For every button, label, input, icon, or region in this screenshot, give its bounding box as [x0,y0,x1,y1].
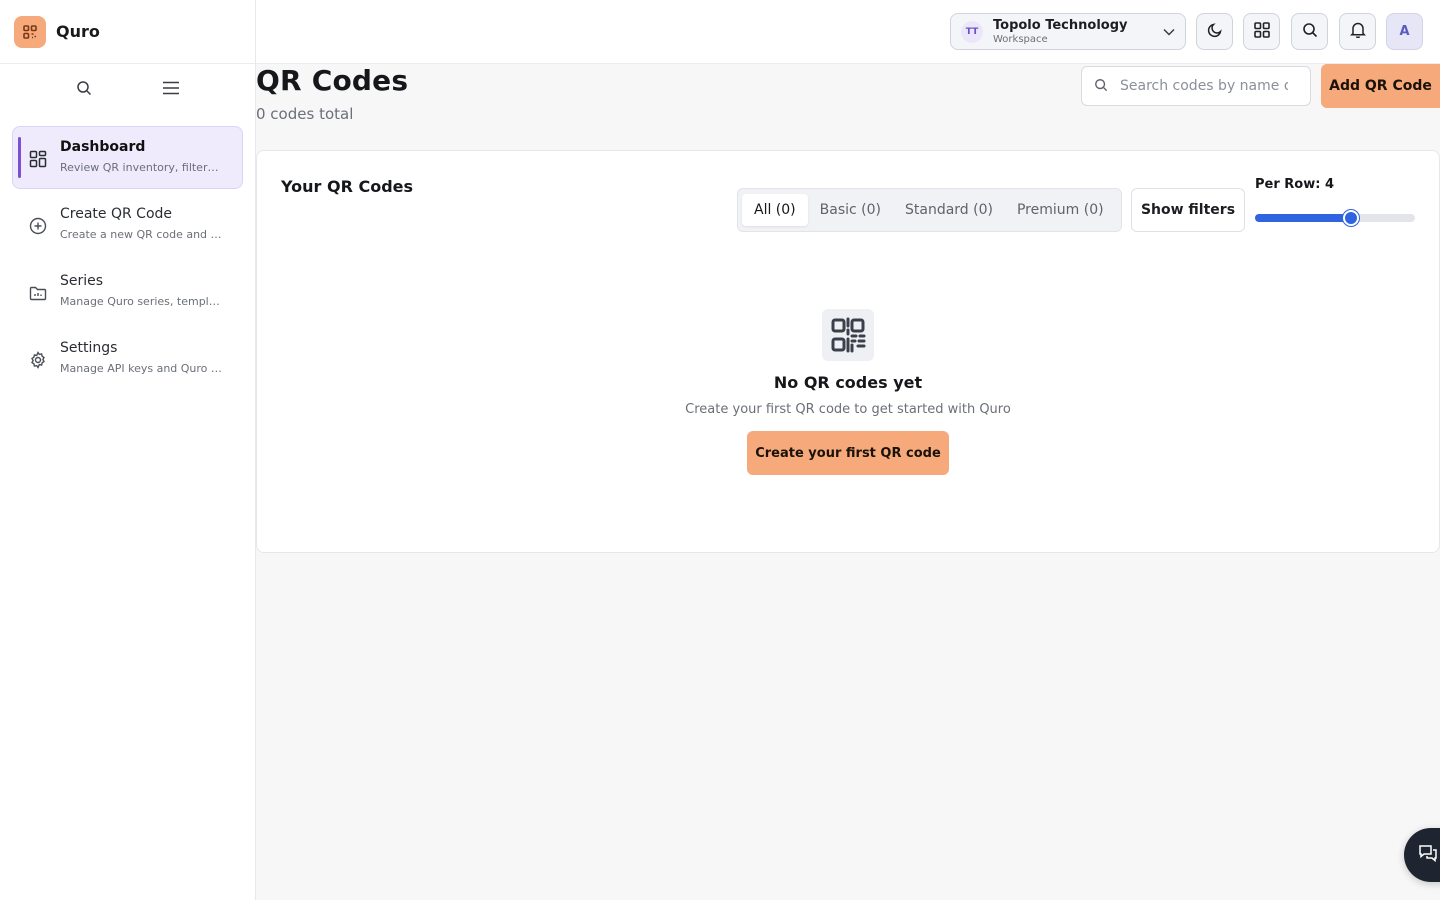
brand: Quro [0,0,255,64]
sidebar-item-title: Series [60,273,104,289]
slider-fill [1255,214,1351,222]
chevron-down-icon [1157,28,1181,36]
workspace-switcher[interactable]: TT Topolo Technology Workspace [950,13,1186,50]
apps-button[interactable] [1243,13,1280,50]
user-avatar[interactable]: A [1386,13,1423,50]
add-qr-code-button[interactable]: Add QR Code [1321,64,1440,108]
tier-tabs: All (0) Basic (0) Standard (0) Premium (… [737,188,1122,232]
create-first-qr-button[interactable]: Create your first QR code [747,431,949,475]
per-row-control: Per Row: 4 [1255,177,1417,226]
quro-logo-icon[interactable] [14,15,46,48]
workspace-avatar: TT [961,20,983,43]
tab-basic[interactable]: Basic (0) [808,194,893,226]
sidebar-item-subtitle: Manage API keys and Quro preferences [60,362,222,375]
sidebar-item-subtitle: Create a new QR code and configure it [60,228,222,241]
bell-icon [1349,21,1366,42]
chat-icon [1418,844,1438,866]
tab-premium[interactable]: Premium (0) [1005,194,1116,226]
per-row-slider[interactable] [1255,210,1415,226]
dashboard-icon [27,148,49,170]
moon-icon [1207,22,1223,42]
slider-thumb[interactable] [1343,210,1359,226]
sidebar: Quro Dashboard Review QR inventory, filt… [0,0,256,900]
tab-standard[interactable]: Standard (0) [893,194,1005,226]
sidebar-item-series[interactable]: Series Manage Quro series, templates and… [12,260,243,323]
global-search-button[interactable] [1291,13,1328,50]
search-icon [1094,77,1108,96]
empty-subtitle: Create your first QR code to get started… [685,402,1011,417]
sidebar-item-settings[interactable]: Settings Manage API keys and Quro prefer… [12,327,243,390]
folder-icon [27,282,49,304]
notifications-button[interactable] [1339,13,1376,50]
codes-search [1081,66,1311,106]
workspace-role: Workspace [993,33,1048,45]
plus-circle-icon [27,215,49,237]
gear-icon [27,349,49,371]
sidebar-search-icon[interactable] [72,76,96,100]
sidebar-item-title: Create QR Code [60,206,173,222]
tab-all[interactable]: All (0) [742,194,808,226]
card-title: Your QR Codes [281,177,414,196]
top-bar: TT Topolo Technology Workspace A [256,0,1440,64]
sidebar-nav: Dashboard Review QR inventory, filters, … [0,112,255,390]
empty-state: No QR codes yet Create your first QR cod… [257,309,1439,475]
sidebar-tools [0,64,255,112]
show-filters-button[interactable]: Show filters [1131,188,1245,232]
support-chat-button[interactable] [1404,828,1440,882]
empty-title: No QR codes yet [773,373,923,392]
search-icon [1302,22,1318,42]
grid-icon [1253,21,1271,43]
page-title: QR Codes [256,64,409,97]
sidebar-item-subtitle: Review QR inventory, filters, and stats [60,161,222,174]
sidebar-item-create-qr-code[interactable]: Create QR Code Create a new QR code and … [12,193,243,256]
brand-name: Quro [56,22,100,41]
qr-code-icon [822,309,874,361]
qr-codes-card: Your QR Codes All (0) Basic (0) Standard… [256,150,1440,553]
search-input[interactable] [1120,78,1288,94]
sidebar-item-title: Dashboard [60,139,146,155]
theme-toggle-button[interactable] [1196,13,1233,50]
menu-icon[interactable] [159,76,183,100]
sidebar-item-dashboard[interactable]: Dashboard Review QR inventory, filters, … [12,126,243,189]
sidebar-item-subtitle: Manage Quro series, templates and groups [60,295,222,308]
workspace-name: Topolo Technology [993,17,1128,33]
per-row-label: Per Row: 4 [1255,177,1335,192]
sidebar-item-title: Settings [60,340,118,356]
codes-count: 0 codes total [256,105,354,123]
